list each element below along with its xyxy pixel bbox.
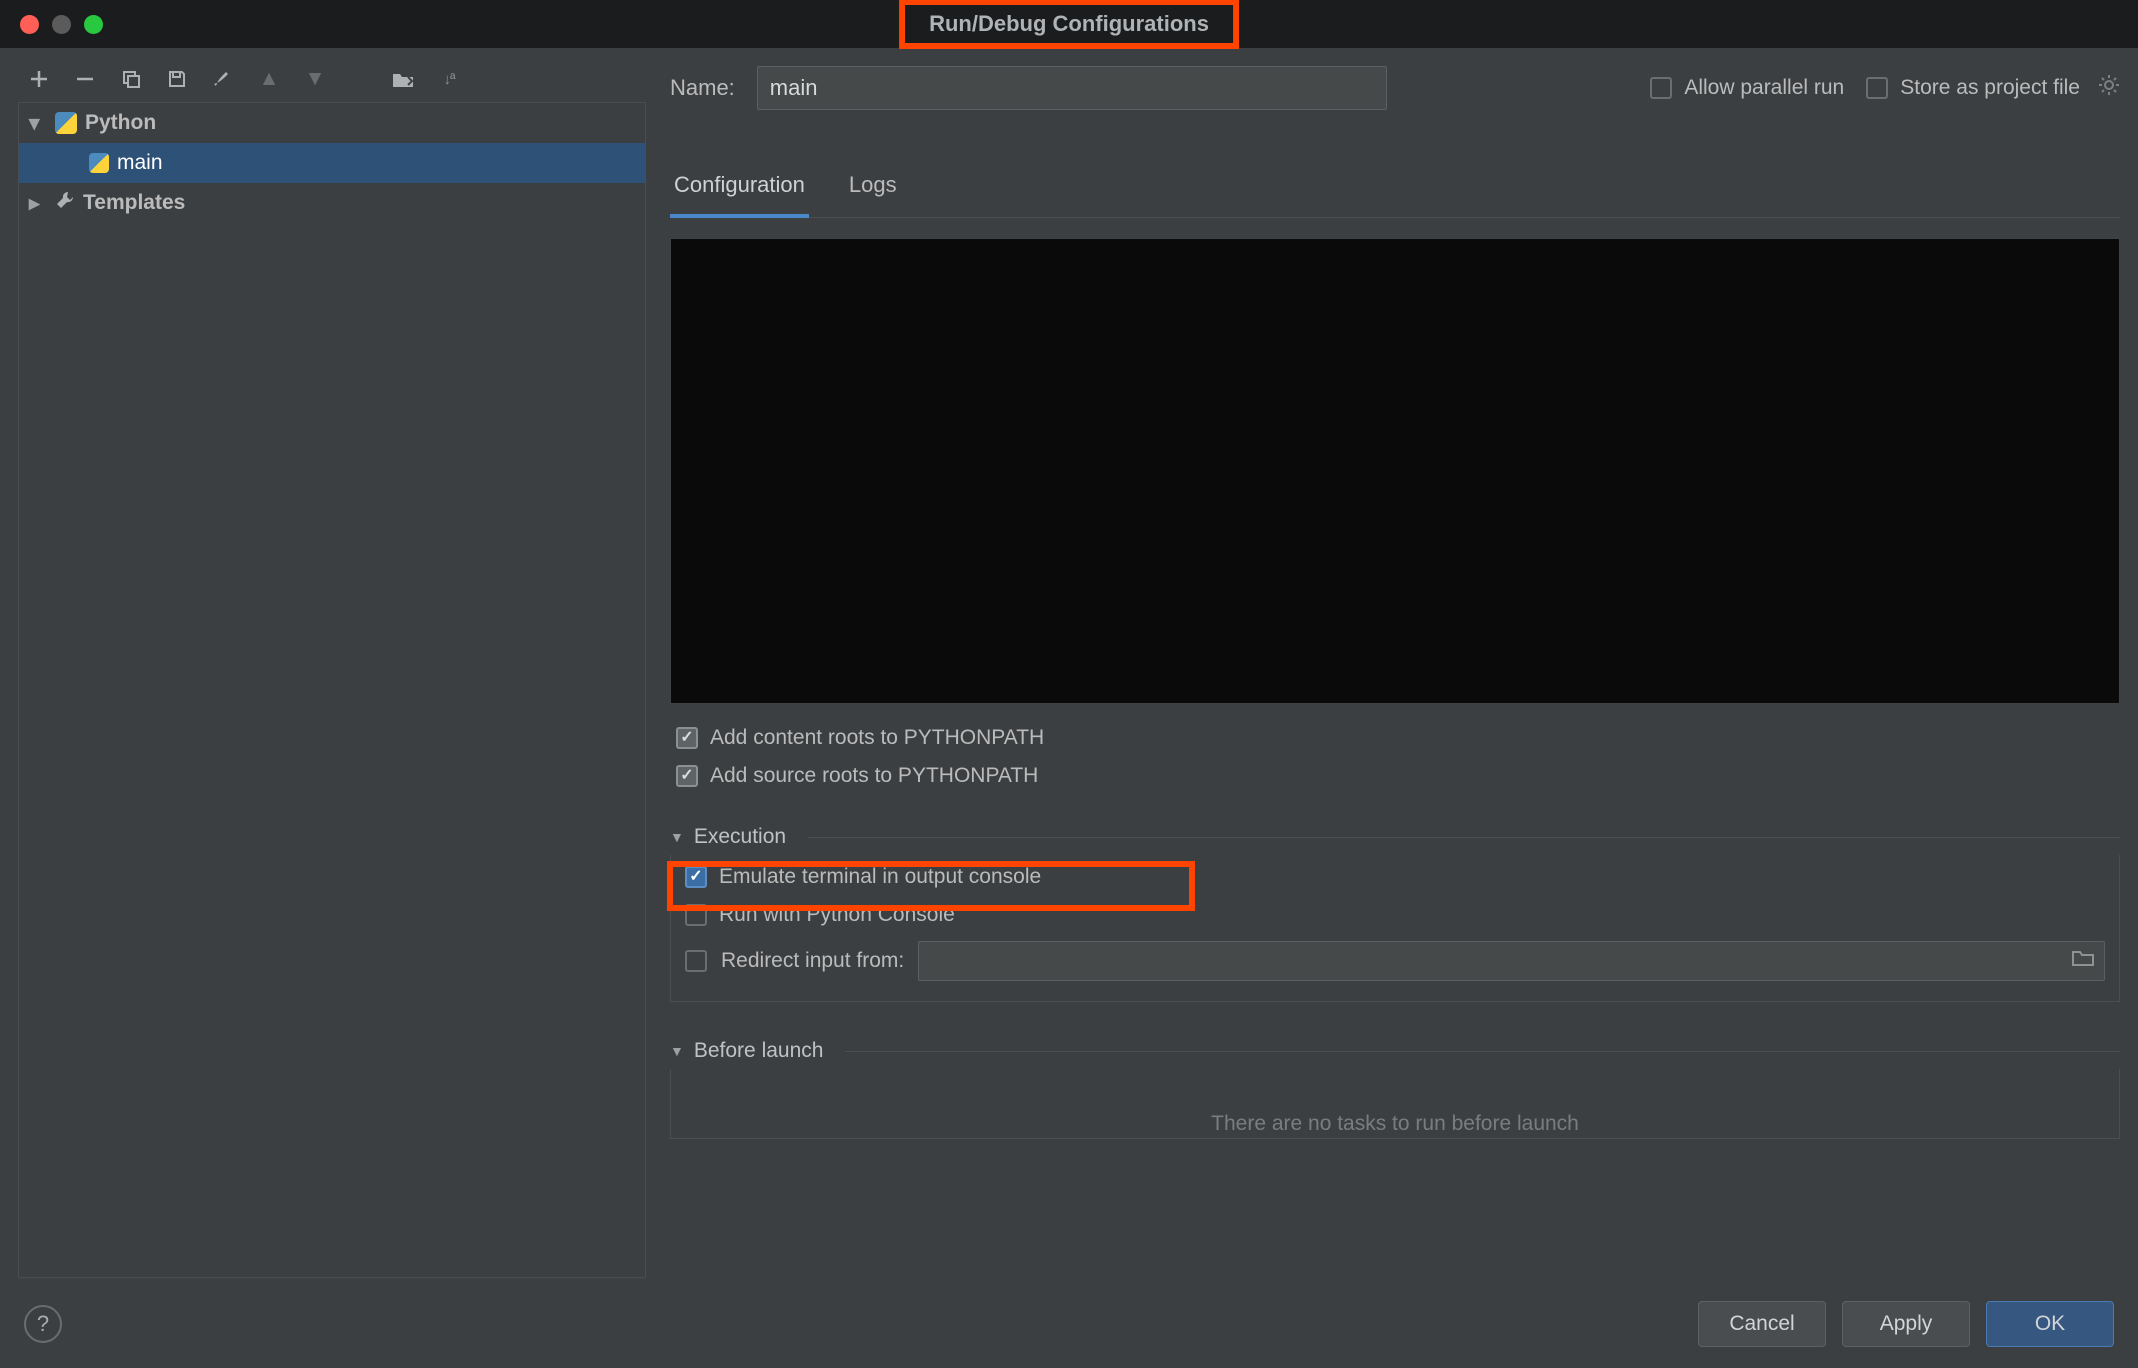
before-launch-section: There are no tasks to run before launch <box>670 1069 2120 1139</box>
store-as-project-label: Store as project file <box>1900 76 2080 100</box>
tab-configuration[interactable]: Configuration <box>670 162 809 218</box>
name-label: Name: <box>670 75 735 101</box>
allow-parallel-row[interactable]: Allow parallel run <box>1650 76 1844 100</box>
sort-alpha-icon[interactable]: ↓ª <box>436 66 462 92</box>
minimize-window-button[interactable] <box>52 15 71 34</box>
emulate-terminal-checkbox[interactable] <box>685 866 707 888</box>
emulate-terminal-row[interactable]: Emulate terminal in output console <box>685 865 2105 889</box>
redirect-input-field[interactable] <box>918 941 2105 981</box>
before-launch-label: Before launch <box>694 1039 824 1063</box>
move-down-icon[interactable]: ▼ <box>302 66 328 92</box>
window-controls <box>0 15 103 34</box>
script-parameters-area[interactable] <box>670 238 2120 704</box>
execution-section-header[interactable]: ▼ Execution <box>670 818 2120 855</box>
chevron-down-icon: ▾ <box>29 111 47 136</box>
tree-label-main: main <box>117 151 163 175</box>
help-button[interactable]: ? <box>24 1305 62 1343</box>
chevron-down-icon: ▼ <box>670 1043 684 1059</box>
source-roots-row[interactable]: Add source roots to PYTHONPATH <box>676 764 2120 788</box>
chevron-down-icon: ▼ <box>670 829 684 845</box>
emulate-terminal-label: Emulate terminal in output console <box>719 865 1041 889</box>
chevron-right-icon: ▸ <box>29 191 47 216</box>
name-row: Name: Allow parallel run Store as projec… <box>670 62 2120 114</box>
left-panel: ▲ ▼ ↓ª ▾ Python main ▸ Te <box>18 62 646 1278</box>
dialog-footer: ? Cancel Apply OK <box>0 1278 2138 1368</box>
execution-label: Execution <box>694 825 786 849</box>
save-icon[interactable] <box>164 66 190 92</box>
close-window-button[interactable] <box>20 15 39 34</box>
remove-icon[interactable] <box>72 66 98 92</box>
copy-icon[interactable] <box>118 66 144 92</box>
titlebar: Run/Debug Configurations <box>0 0 2138 48</box>
tree-node-main[interactable]: main <box>19 143 645 183</box>
content-roots-label: Add content roots to PYTHONPATH <box>710 726 1044 750</box>
run-python-console-row[interactable]: Run with Python Console <box>685 903 2105 927</box>
allow-parallel-label: Allow parallel run <box>1684 76 1844 100</box>
pythonpath-checks: Add content roots to PYTHONPATH Add sour… <box>670 726 2120 788</box>
divider <box>845 1051 2120 1052</box>
config-tree[interactable]: ▾ Python main ▸ Templates <box>18 102 646 1278</box>
content-roots-checkbox[interactable] <box>676 727 698 749</box>
redirect-input-checkbox[interactable] <box>685 950 707 972</box>
config-toolbar: ▲ ▼ ↓ª <box>18 62 646 102</box>
gear-icon[interactable] <box>2098 74 2120 102</box>
apply-button[interactable]: Apply <box>1842 1301 1970 1347</box>
browse-folder-icon[interactable] <box>2072 949 2094 973</box>
add-icon[interactable] <box>26 66 52 92</box>
dialog-body: ▲ ▼ ↓ª ▾ Python main ▸ Te <box>0 48 2138 1278</box>
ok-button[interactable]: OK <box>1986 1301 2114 1347</box>
divider <box>808 837 2120 838</box>
before-launch-empty-text: There are no tasks to run before launch <box>1211 1112 1579 1136</box>
redirect-input-row: Redirect input from: <box>685 941 2105 981</box>
python-file-icon <box>89 153 109 173</box>
execution-section: Emulate terminal in output console Run w… <box>670 855 2120 1002</box>
config-tabs: Configuration Logs <box>670 162 2120 218</box>
source-roots-checkbox[interactable] <box>676 765 698 787</box>
move-up-icon[interactable]: ▲ <box>256 66 282 92</box>
folder-up-icon[interactable] <box>390 66 416 92</box>
name-input[interactable] <box>757 66 1387 110</box>
right-panel: Name: Allow parallel run Store as projec… <box>670 62 2120 1278</box>
tree-label-templates: Templates <box>83 191 185 215</box>
tab-logs[interactable]: Logs <box>845 162 901 217</box>
content-roots-row[interactable]: Add content roots to PYTHONPATH <box>676 726 2120 750</box>
tree-node-templates[interactable]: ▸ Templates <box>19 183 645 223</box>
maximize-window-button[interactable] <box>84 15 103 34</box>
store-as-project-row[interactable]: Store as project file <box>1866 74 2120 102</box>
wrench-icon <box>55 190 75 216</box>
source-roots-label: Add source roots to PYTHONPATH <box>710 764 1038 788</box>
allow-parallel-checkbox[interactable] <box>1650 77 1672 99</box>
before-launch-section-header[interactable]: ▼ Before launch <box>670 1032 2120 1069</box>
tree-node-python[interactable]: ▾ Python <box>19 103 645 143</box>
store-as-project-checkbox[interactable] <box>1866 77 1888 99</box>
edit-defaults-icon[interactable] <box>210 66 236 92</box>
run-python-console-label: Run with Python Console <box>719 903 955 927</box>
window-title: Run/Debug Configurations <box>899 0 1239 49</box>
tree-label-python: Python <box>85 111 156 135</box>
cancel-button[interactable]: Cancel <box>1698 1301 1826 1347</box>
python-icon <box>55 112 77 134</box>
redirect-input-label: Redirect input from: <box>721 949 904 973</box>
run-python-console-checkbox[interactable] <box>685 904 707 926</box>
